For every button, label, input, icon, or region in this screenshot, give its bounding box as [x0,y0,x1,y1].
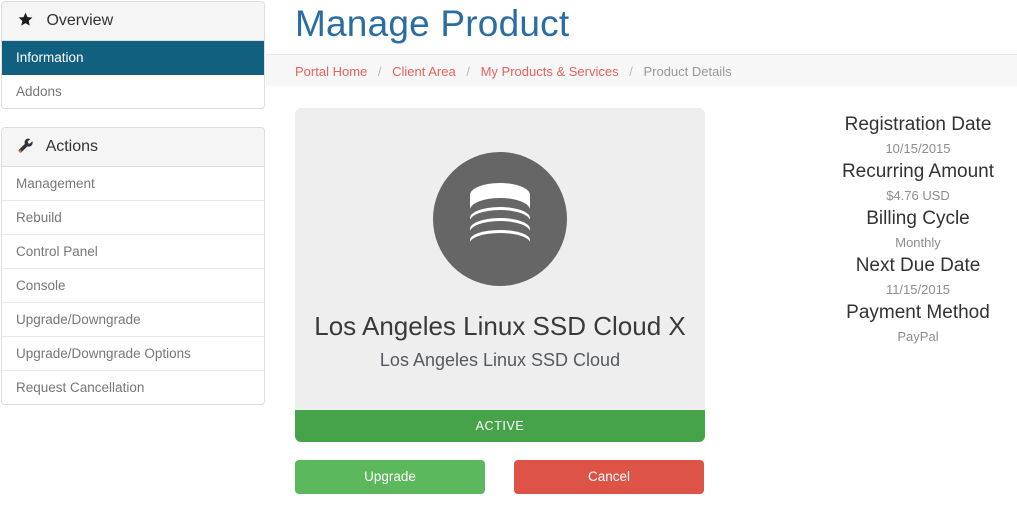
info-value-next-due-date: 11/15/2015 [885,282,951,297]
actions-list: Management Rebuild Control Panel Console… [2,167,264,404]
panel-overview-title: Overview [46,12,114,29]
sidebar-item-management[interactable]: Management [2,167,264,201]
wrench-icon [16,138,34,153]
sidebar-item-request-cancellation[interactable]: Request Cancellation [2,371,264,404]
breadcrumb-separator: / [377,64,382,79]
panel-overview-heading: Overview [2,2,264,41]
breadcrumb: Portal Home / Client Area / My Products … [266,54,1017,87]
cancel-button[interactable]: Cancel [514,460,704,494]
panel-actions: Actions Management Rebuild Control Panel… [1,127,265,405]
info-label-recurring-amount: Recurring Amount [841,161,995,182]
info-value-registration-date: 10/15/2015 [885,141,951,156]
info-label-billing-cycle: Billing Cycle [866,208,970,229]
breadcrumb-separator: / [629,64,633,79]
breadcrumb-item-client-area[interactable]: Client Area [392,64,456,79]
product-description: Los Angeles Linux SSD Cloud [379,350,621,370]
sidebar: Overview Information Addons Actions Mana… [0,0,266,506]
panel-actions-heading: Actions [2,128,264,167]
main-content: Manage Product Portal Home / Client Area… [266,0,1017,506]
breadcrumb-item-portal-home[interactable]: Portal Home [295,64,367,79]
sidebar-item-information[interactable]: Information [2,41,264,75]
info-value-recurring-amount: $4.76 USD [886,188,950,203]
info-label-registration-date: Registration Date [844,114,992,135]
info-label-payment-method: Payment Method [846,302,990,323]
sidebar-item-console[interactable]: Console [2,269,264,303]
sidebar-item-upgrade-downgrade-options[interactable]: Upgrade/Downgrade Options [2,337,264,371]
info-label-next-due-date: Next Due Date [855,255,981,276]
star-icon [16,12,34,27]
panel-actions-title: Actions [45,138,99,155]
sidebar-item-addons[interactable]: Addons [2,75,264,108]
info-value-billing-cycle: Monthly [895,235,941,250]
info-value-payment-method: PayPal [897,329,939,344]
upgrade-button[interactable]: Upgrade [295,460,485,494]
breadcrumb-item-my-products-services[interactable]: My Products & Services [481,64,619,79]
page-title: Manage Product [295,3,570,44]
breadcrumb-item-product-details: Product Details [643,64,732,79]
status-badge: ACTIVE [295,410,705,442]
sidebar-item-control-panel[interactable]: Control Panel [2,235,264,269]
product-info-panel: Registration Date 10/15/2015 Recurring A… [825,112,1011,347]
sidebar-item-rebuild[interactable]: Rebuild [2,201,264,235]
product-name: Los Angeles Linux SSD Cloud X [314,311,686,341]
product-card: Los Angeles Linux SSD Cloud X Los Angele… [295,108,705,410]
sidebar-item-upgrade-downgrade[interactable]: Upgrade/Downgrade [2,303,264,337]
panel-overview: Overview Information Addons [1,1,265,109]
database-icon [433,152,567,286]
overview-list: Information Addons [2,41,264,108]
breadcrumb-separator: / [466,64,470,79]
